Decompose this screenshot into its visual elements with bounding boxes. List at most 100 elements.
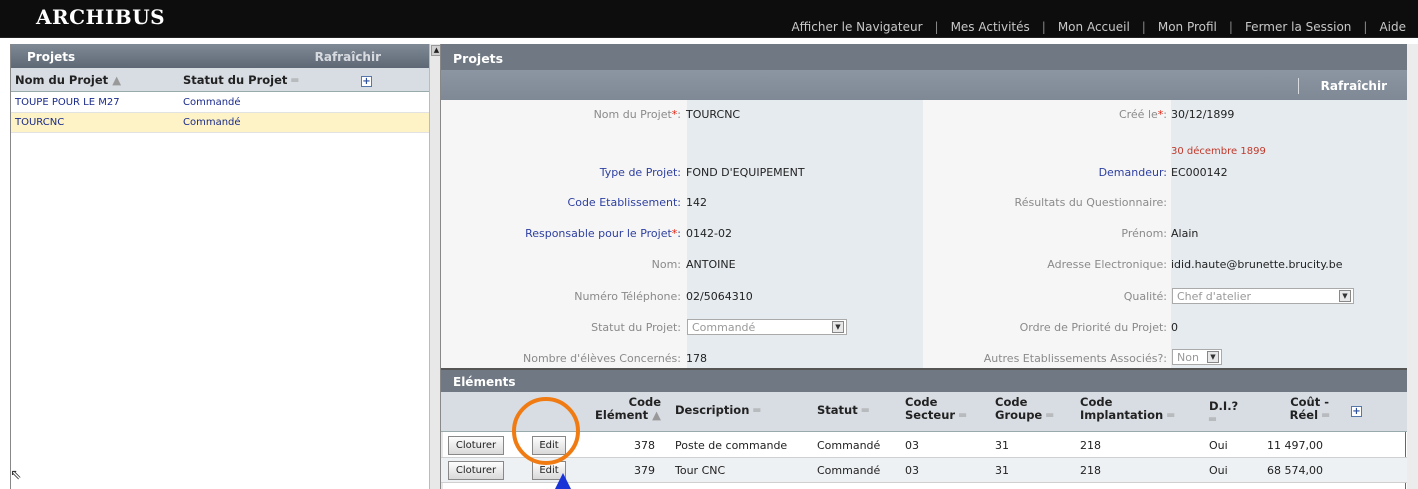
project-form-header: Projets bbox=[441, 44, 1407, 70]
nav-afficher-navigateur[interactable]: Afficher le Navigateur bbox=[779, 20, 934, 34]
label-responsable-projet[interactable]: Responsable pour le Projet*: bbox=[525, 227, 681, 240]
cell-code-element: 379 bbox=[634, 464, 655, 477]
value-cree-le: 30/12/1899 bbox=[1171, 108, 1235, 121]
label-prenom: Prénom: bbox=[1121, 227, 1167, 240]
sort-icon[interactable]: ▲ bbox=[112, 73, 121, 87]
elements-panel-title: Eléments bbox=[453, 375, 516, 389]
cloturer-button[interactable]: Cloturer bbox=[448, 461, 504, 480]
highlight-circle bbox=[512, 397, 580, 465]
cell-code-secteur: 03 bbox=[905, 439, 919, 452]
statut-projet-value: Commandé bbox=[692, 321, 756, 334]
cell-code-secteur: 03 bbox=[905, 464, 919, 477]
mouse-cursor-icon: ⇖ bbox=[10, 467, 22, 483]
nav-mes-activites[interactable]: Mes Activités bbox=[939, 20, 1042, 34]
cell-description: Poste de commande bbox=[675, 439, 788, 452]
value-nom-projet: TOURCNC bbox=[686, 108, 741, 121]
app-logo: ARCHIBUS bbox=[36, 5, 166, 29]
column-header-statut-projet[interactable]: Statut du Projet ═ bbox=[183, 73, 298, 87]
label-numero-telephone: Numéro Téléphone: bbox=[574, 290, 681, 303]
top-bar: ARCHIBUS Afficher le Navigateur | Mes Act… bbox=[0, 0, 1418, 38]
project-detail-panel: Projets Rafraîchir Nom du Projet*: TOURC… bbox=[440, 44, 1418, 489]
project-form-title: Projets bbox=[453, 51, 504, 66]
table-row: Cloturer Edit 378 Poste de commande Comm… bbox=[441, 433, 1407, 458]
add-column-icon[interactable]: + bbox=[1351, 404, 1362, 417]
label-type-projet[interactable]: Type de Projet: bbox=[600, 166, 681, 179]
refresh-button[interactable]: Rafraîchir bbox=[1321, 79, 1387, 93]
label-resultats-questionnaire: Résultats du Questionnaire: bbox=[1014, 196, 1167, 209]
top-nav: Afficher le Navigateur | Mes Activités | M… bbox=[779, 18, 1418, 36]
sort-icon[interactable]: ═ bbox=[291, 73, 298, 87]
value-ordre-priorite: 0 bbox=[1171, 321, 1178, 334]
elements-panel-header: Eléments bbox=[441, 368, 1407, 392]
label-nombre-eleves: Nombre d'élèves Concernés: bbox=[522, 352, 681, 365]
cell-code-implantation: 218 bbox=[1080, 439, 1101, 452]
projects-list-header: Projets Rafraîchir bbox=[11, 44, 429, 68]
column-header-description[interactable]: Description ═ bbox=[675, 404, 760, 417]
column-header-statut[interactable]: Statut ═ bbox=[817, 404, 869, 417]
column-header-code-secteur[interactable]: Code Secteur ═ bbox=[905, 396, 966, 422]
nav-mon-accueil[interactable]: Mon Accueil bbox=[1046, 20, 1142, 34]
chevron-down-icon[interactable]: ▼ bbox=[832, 321, 844, 333]
chevron-down-icon[interactable]: ▼ bbox=[1339, 290, 1351, 302]
pointer-arrow-icon bbox=[555, 473, 571, 489]
label-qualite: Qualité: bbox=[1123, 290, 1167, 303]
label-ordre-priorite: Ordre de Priorité du Projet: bbox=[1019, 321, 1167, 334]
project-name[interactable]: TOURCNC bbox=[15, 117, 64, 128]
project-status: Commandé bbox=[183, 97, 241, 108]
cell-di: Oui bbox=[1209, 439, 1228, 452]
cell-description: Tour CNC bbox=[675, 464, 726, 477]
nav-aide[interactable]: Aide bbox=[1367, 20, 1418, 34]
list-item-selected[interactable]: TOURCNC Commandé bbox=[11, 113, 429, 133]
column-header-code-groupe[interactable]: Code Groupe ═ bbox=[995, 396, 1053, 422]
value-code-etablissement: 142 bbox=[686, 196, 707, 209]
column-header-nom-projet[interactable]: Nom du Projet ▲ bbox=[15, 73, 121, 87]
project-form: Nom du Projet*: TOURCNC Créé le*: 30/12/… bbox=[441, 100, 1407, 368]
statut-projet-select[interactable]: Commandé ▼ bbox=[687, 319, 847, 335]
value-numero-telephone: 02/5064310 bbox=[686, 290, 753, 303]
label-nom-projet: Nom du Projet*: bbox=[593, 108, 681, 121]
cell-code-groupe: 31 bbox=[995, 439, 1009, 452]
value-nombre-eleves: 178 bbox=[686, 352, 707, 365]
right-scrollbar[interactable] bbox=[1407, 44, 1418, 489]
column-header-code-implantation[interactable]: Code Implantation ═ bbox=[1080, 396, 1174, 422]
nav-fermer-session[interactable]: Fermer la Session bbox=[1233, 20, 1363, 34]
label-demandeur[interactable]: Demandeur: bbox=[1099, 166, 1167, 179]
list-item[interactable]: TOUPE POUR LE M27 Commandé bbox=[11, 93, 429, 113]
column-header-cout-reel[interactable]: Coût - Réel ═ bbox=[1277, 396, 1329, 422]
projects-list-title: Projets bbox=[27, 50, 76, 64]
column-header-code-element[interactable]: Code Elément ▲ bbox=[595, 396, 661, 422]
cell-code-element: 378 bbox=[634, 439, 655, 452]
project-status: Commandé bbox=[183, 117, 241, 128]
cell-statut: Commandé bbox=[817, 439, 881, 452]
cell-cout-reel: 68 574,00 bbox=[1267, 464, 1323, 477]
projects-list-columns: Nom du Projet ▲ Statut du Projet ═ + bbox=[11, 68, 429, 92]
qualite-value: Chef d'atelier bbox=[1177, 290, 1252, 303]
qualite-select[interactable]: Chef d'atelier ▼ bbox=[1172, 288, 1354, 304]
table-row: Cloturer Edit 379 Tour CNC Commandé 03 3… bbox=[441, 458, 1407, 483]
project-name[interactable]: TOUPE POUR LE M27 bbox=[15, 97, 120, 108]
label-code-etablissement[interactable]: Code Etablissement: bbox=[568, 196, 681, 209]
nav-mon-profil[interactable]: Mon Profil bbox=[1146, 20, 1229, 34]
date-hint: 30 décembre 1899 bbox=[1171, 146, 1266, 157]
value-prenom: Alain bbox=[1171, 227, 1199, 240]
add-column-icon[interactable]: + bbox=[361, 73, 372, 87]
toolbar-divider bbox=[1298, 78, 1299, 94]
label-statut-projet: Statut du Projet: bbox=[591, 321, 681, 334]
cloturer-button[interactable]: Cloturer bbox=[448, 436, 504, 455]
label-cree-le: Créé le*: bbox=[1118, 108, 1167, 121]
cell-statut: Commandé bbox=[817, 464, 881, 477]
refresh-link[interactable]: Rafraîchir bbox=[315, 50, 381, 64]
value-demandeur: EC000142 bbox=[1171, 166, 1228, 179]
autres-etablissements-value: Non bbox=[1177, 351, 1199, 364]
cell-di: Oui bbox=[1209, 464, 1228, 477]
value-responsable-projet: 0142-02 bbox=[686, 227, 732, 240]
chevron-down-icon[interactable]: ▼ bbox=[1207, 351, 1219, 363]
column-header-di[interactable]: D.I.? ═ bbox=[1209, 400, 1238, 426]
value-adresse-electronique: idid.haute@brunette.brucity.be bbox=[1171, 258, 1343, 271]
cell-code-groupe: 31 bbox=[995, 464, 1009, 477]
value-nom: ANTOINE bbox=[686, 258, 736, 271]
label-autres-etablissements: Autres Etablissements Associés?: bbox=[983, 352, 1167, 365]
label-nom: Nom: bbox=[651, 258, 681, 271]
elements-table-header: Code Elément ▲ Description ═ Statut ═ Cod… bbox=[441, 392, 1407, 432]
autres-etablissements-select[interactable]: Non ▼ bbox=[1172, 349, 1222, 365]
